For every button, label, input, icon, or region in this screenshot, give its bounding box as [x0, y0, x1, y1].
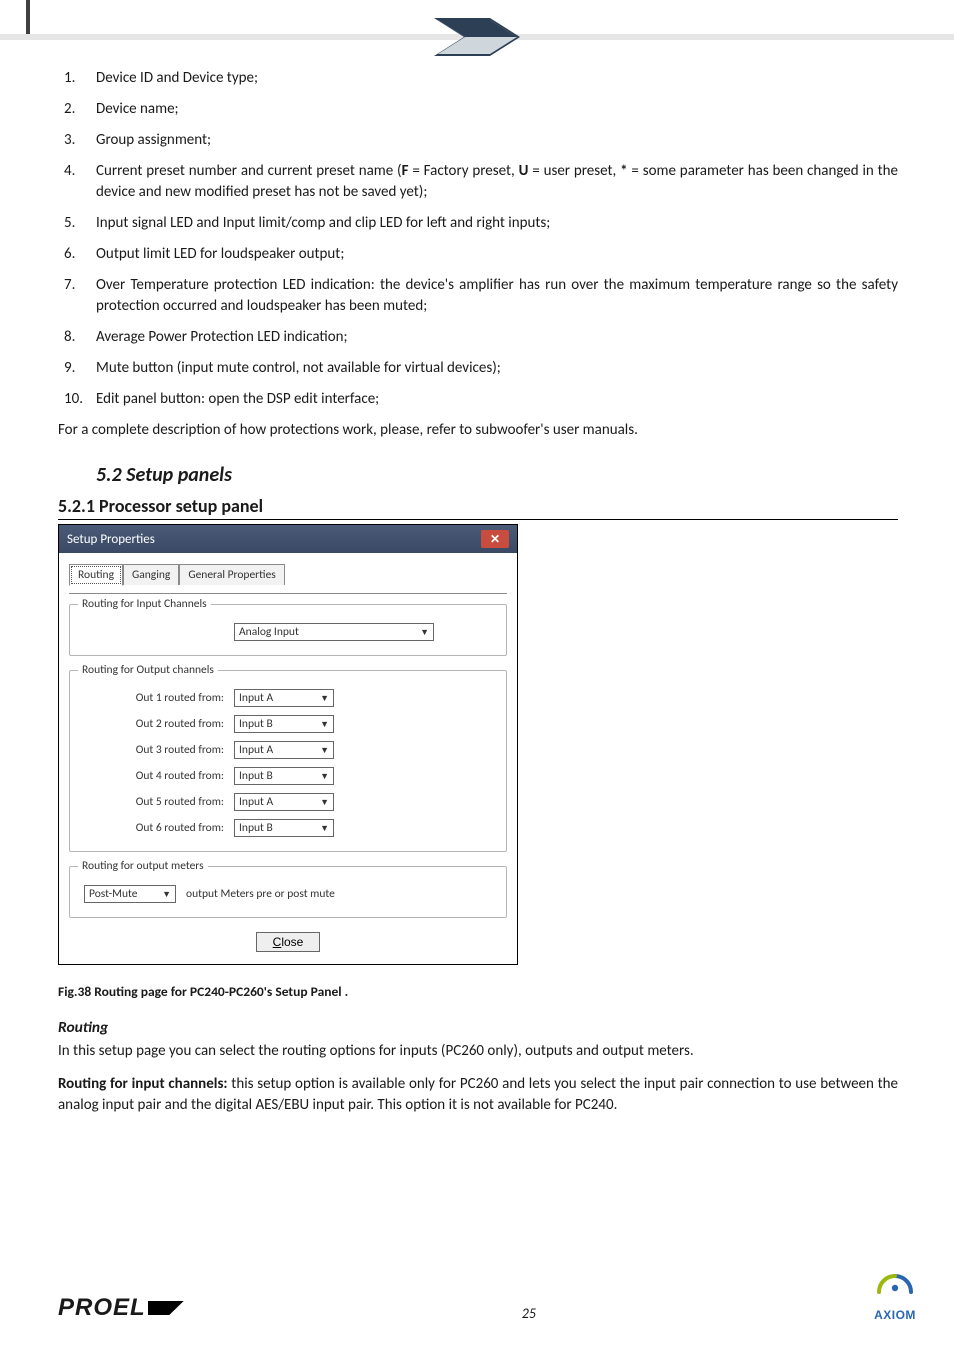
list-item: Output limit LED for loudspeaker output; — [96, 244, 898, 265]
chevron-down-icon: ▼ — [320, 771, 329, 782]
page-footer: PROEL 25 AXIOM — [0, 1274, 954, 1322]
list-item: Average Power Protection LED indication; — [96, 327, 898, 348]
list-text: Average Power Protection LED indication; — [96, 328, 348, 346]
routing-heading: Routing — [58, 1018, 898, 1037]
heading-5-2-1: 5.2.1 Processor setup panel — [58, 495, 898, 520]
select-value: Input B — [239, 717, 273, 731]
select-value: Analog Input — [239, 625, 299, 639]
heading-5-2: 5.2 Setup panels — [96, 463, 898, 487]
out2-select[interactable]: Input B ▼ — [234, 715, 334, 733]
list-text: Device name; — [96, 100, 179, 118]
out6-select[interactable]: Input B ▼ — [234, 819, 334, 837]
chevron-down-icon: ▼ — [320, 745, 329, 756]
list-text: Device ID and Device type; — [96, 69, 258, 87]
row-label: Out 2 routed from: — [84, 717, 234, 731]
chevron-down-icon: ▼ — [420, 627, 429, 638]
select-value: Input B — [239, 769, 273, 783]
tab-routing[interactable]: Routing — [69, 564, 123, 586]
list-text: Output limit LED for loudspeaker output; — [96, 245, 344, 263]
fieldset-output-channels: Routing for Output channels Out 1 routed… — [69, 670, 507, 852]
bold-label: Routing for input channels: — [58, 1075, 228, 1093]
numbered-list: Device ID and Device type; Device name; … — [58, 68, 898, 410]
tab-ganging[interactable]: Ganging — [123, 564, 179, 585]
list-item: Group assignment; — [96, 130, 898, 151]
select-value: Input A — [239, 691, 273, 705]
body-paragraph: For a complete description of how protec… — [58, 420, 898, 441]
list-text: Mute button (input mute control, not ava… — [96, 359, 501, 377]
output-meters-select[interactable]: Post-Mute ▼ — [84, 885, 176, 903]
bold-star: * — [620, 162, 627, 180]
axiom-logo-icon — [874, 1274, 916, 1308]
input-routing-select[interactable]: Analog Input ▼ — [234, 623, 434, 641]
list-item: Over Temperature protection LED indicati… — [96, 275, 898, 317]
tab-general-properties[interactable]: General Properties — [179, 564, 285, 585]
out4-select[interactable]: Input B ▼ — [234, 767, 334, 785]
dialog-title: Setup Properties — [67, 532, 155, 547]
dialog-titlebar: Setup Properties ✕ — [59, 525, 517, 553]
fieldset-output-meters: Routing for output meters Post-Mute ▼ ou… — [69, 866, 507, 918]
list-text: Group assignment; — [96, 131, 211, 149]
chevron-down-icon: ▼ — [320, 693, 329, 704]
out5-select[interactable]: Input A ▼ — [234, 793, 334, 811]
proel-logo: PROEL — [58, 1294, 184, 1322]
chevron-down-icon: ▼ — [320, 719, 329, 730]
select-value: Post-Mute — [89, 887, 138, 901]
list-text: Input signal LED and Input limit/comp an… — [96, 214, 550, 232]
setup-properties-dialog: Setup Properties ✕ Routing Ganging Gener… — [58, 524, 518, 965]
chevron-down-icon: ▼ — [320, 797, 329, 808]
fieldset-legend: Routing for output meters — [78, 859, 208, 873]
select-value: Input A — [239, 743, 273, 757]
close-icon[interactable]: ✕ — [481, 530, 509, 548]
body-paragraph: Routing for input channels: this setup o… — [58, 1074, 898, 1116]
figure-caption: Fig.38 Routing page for PC240-PC260's Se… — [58, 983, 898, 1000]
list-item: Input signal LED and Input limit/comp an… — [96, 213, 898, 234]
out3-select[interactable]: Input A ▼ — [234, 741, 334, 759]
list-item: Mute button (input mute control, not ava… — [96, 358, 898, 379]
list-item: Device name; — [96, 99, 898, 120]
select-value: Input A — [239, 795, 273, 809]
list-text: Current preset number and current preset… — [96, 162, 402, 180]
row-label: Out 1 routed from: — [84, 691, 234, 705]
axiom-logo: AXIOM — [874, 1274, 916, 1322]
select-value: Input B — [239, 821, 273, 835]
bold-U: U — [519, 162, 529, 180]
page-arrow-icon — [434, 18, 520, 56]
close-button-rest: lose — [281, 935, 303, 949]
list-text: = user preset, — [528, 162, 620, 180]
proel-logo-text: PROEL — [58, 1294, 146, 1322]
list-text: Edit panel button: open the DSP edit int… — [96, 390, 379, 408]
row-label: Out 5 routed from: — [84, 795, 234, 809]
axiom-logo-text: AXIOM — [874, 1308, 916, 1322]
list-item: Device ID and Device type; — [96, 68, 898, 89]
proel-logo-shape-icon — [148, 1301, 184, 1315]
dialog-tabs: Routing Ganging General Properties — [69, 563, 507, 584]
page-accent-bar — [26, 0, 30, 34]
fieldset-legend: Routing for Input Channels — [78, 597, 211, 611]
chevron-down-icon: ▼ — [320, 823, 329, 834]
list-text: Over Temperature protection LED indicati… — [96, 276, 898, 315]
list-text: = Factory preset, — [409, 162, 519, 180]
row-label: Out 4 routed from: — [84, 769, 234, 783]
chevron-down-icon: ▼ — [162, 889, 171, 900]
row-label: Out 6 routed from: — [84, 821, 234, 835]
row-label: Out 3 routed from: — [84, 743, 234, 757]
out1-select[interactable]: Input A ▼ — [234, 689, 334, 707]
fieldset-input-channels: Routing for Input Channels Analog Input … — [69, 604, 507, 656]
list-item: Edit panel button: open the DSP edit int… — [96, 389, 898, 410]
bold-F: F — [402, 162, 409, 180]
meters-description: output Meters pre or post mute — [186, 887, 335, 901]
body-paragraph: In this setup page you can select the ro… — [58, 1041, 898, 1062]
list-item: Current preset number and current preset… — [96, 161, 898, 203]
close-button[interactable]: Close — [256, 932, 321, 952]
fieldset-legend: Routing for Output channels — [78, 663, 218, 677]
page-number: 25 — [184, 1305, 874, 1322]
